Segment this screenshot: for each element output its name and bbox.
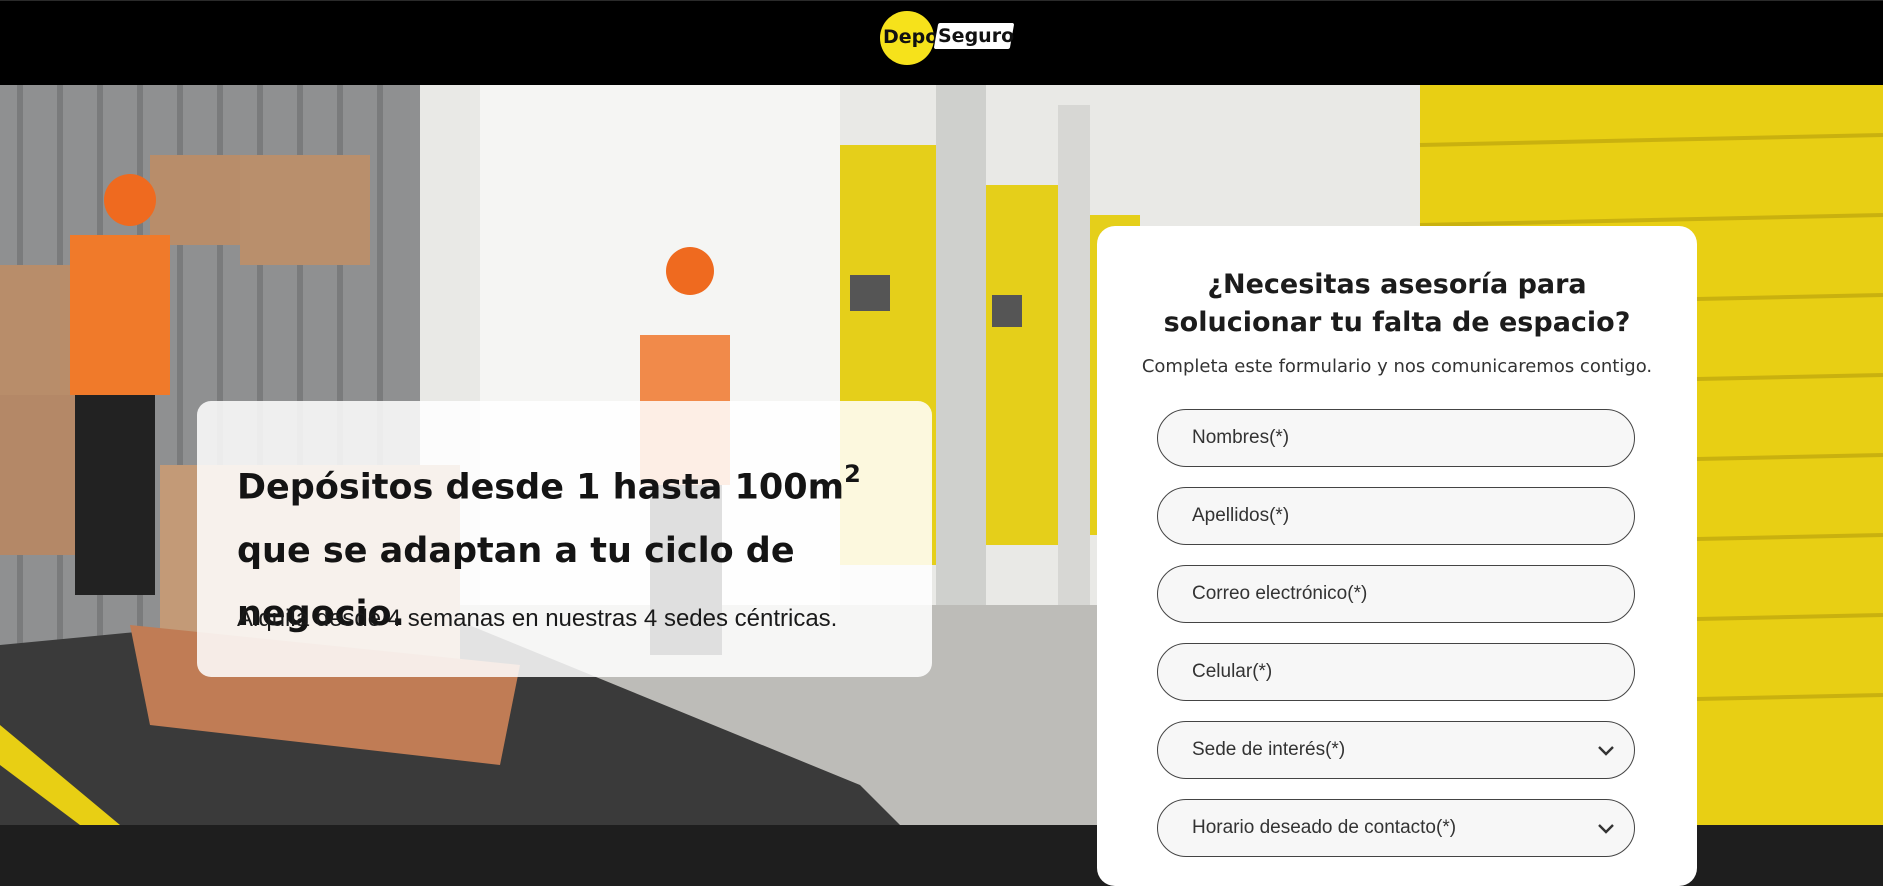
sede-select[interactable]: Sede de interés(*) (1157, 721, 1635, 779)
hero-title-main: Depósitos desde 1 hasta 100m (237, 467, 845, 508)
hero-title-superscript: 2 (844, 460, 861, 488)
horario-select[interactable]: Horario deseado de contacto(*) (1157, 799, 1635, 857)
celular-input[interactable]: Celular(*) (1157, 643, 1635, 701)
celular-placeholder: Celular(*) (1192, 661, 1273, 682)
email-placeholder: Correo electrónico(*) (1192, 583, 1368, 604)
chevron-down-icon (1598, 824, 1614, 834)
horario-placeholder: Horario deseado de contacto(*) (1192, 817, 1457, 838)
email-input[interactable]: Correo electrónico(*) (1157, 565, 1635, 623)
form-subtitle: Completa este formulario y nos comunicar… (1141, 356, 1653, 377)
top-header: Depo Seguro (0, 0, 1883, 85)
nombres-input[interactable]: Nombres(*) (1157, 409, 1635, 467)
hero-subtitle: Alquila desde 4 semanas en nuestras 4 se… (237, 605, 838, 632)
chevron-down-icon (1598, 746, 1614, 756)
sede-placeholder: Sede de interés(*) (1192, 739, 1346, 760)
form-title: ¿Necesitas asesoría para solucionar tu f… (1163, 269, 1631, 338)
hero-info-card: Depósitos desde 1 hasta 100m2 que se ada… (197, 401, 932, 677)
apellidos-placeholder: Apellidos(*) (1192, 505, 1290, 526)
deposeguro-logo[interactable]: Depo Seguro (880, 11, 1015, 65)
contact-form-card: ¿Necesitas asesoría para solucionar tu f… (1097, 226, 1697, 886)
apellidos-input[interactable]: Apellidos(*) (1157, 487, 1635, 545)
nombres-placeholder: Nombres(*) (1192, 427, 1290, 448)
logo-text-depo: Depo (883, 26, 939, 48)
logo-text-seguro: Seguro (938, 25, 1015, 47)
